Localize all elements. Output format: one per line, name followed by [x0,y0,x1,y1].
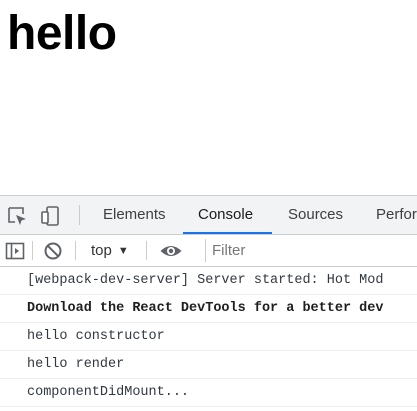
sidebar-toggle-icon[interactable] [5,235,25,266]
console-message: [webpack-dev-server] Server started: Hot… [0,267,417,295]
inspect-element-icon[interactable] [6,205,28,227]
devtools-tabbar: Elements Console Sources Perfor [0,196,417,235]
console-messages: [webpack-dev-server] Server started: Hot… [0,267,417,407]
device-toolbar-icon[interactable] [40,205,62,227]
browser-page: hello Elements Console Sources Perfor to… [0,0,417,411]
console-toolbar: top ▼ [0,235,417,267]
tab-performance[interactable]: Perfor [376,196,417,234]
clear-console-icon[interactable] [43,235,63,266]
toolbar-divider [75,241,76,260]
console-message: Download the React DevTools for a better… [0,295,417,323]
context-value: top [91,242,112,259]
active-tab-indicator [183,232,272,234]
context-selector[interactable]: top ▼ [91,235,129,266]
eye-icon[interactable] [159,235,183,266]
console-message: hello constructor [0,323,417,351]
tab-elements[interactable]: Elements [103,196,166,234]
filter-input[interactable] [205,239,417,262]
tab-sources[interactable]: Sources [288,196,343,234]
tabbar-divider [79,205,80,225]
toolbar-divider [32,241,33,260]
tab-console[interactable]: Console [198,196,253,234]
devtools-panel: Elements Console Sources Perfor top ▼ Fi… [0,195,417,411]
console-message: componentDidMount... [0,379,417,407]
console-message: hello render [0,351,417,379]
toolbar-divider [146,241,147,260]
page-heading: hello [7,7,117,60]
dropdown-caret-icon: ▼ [117,244,129,257]
